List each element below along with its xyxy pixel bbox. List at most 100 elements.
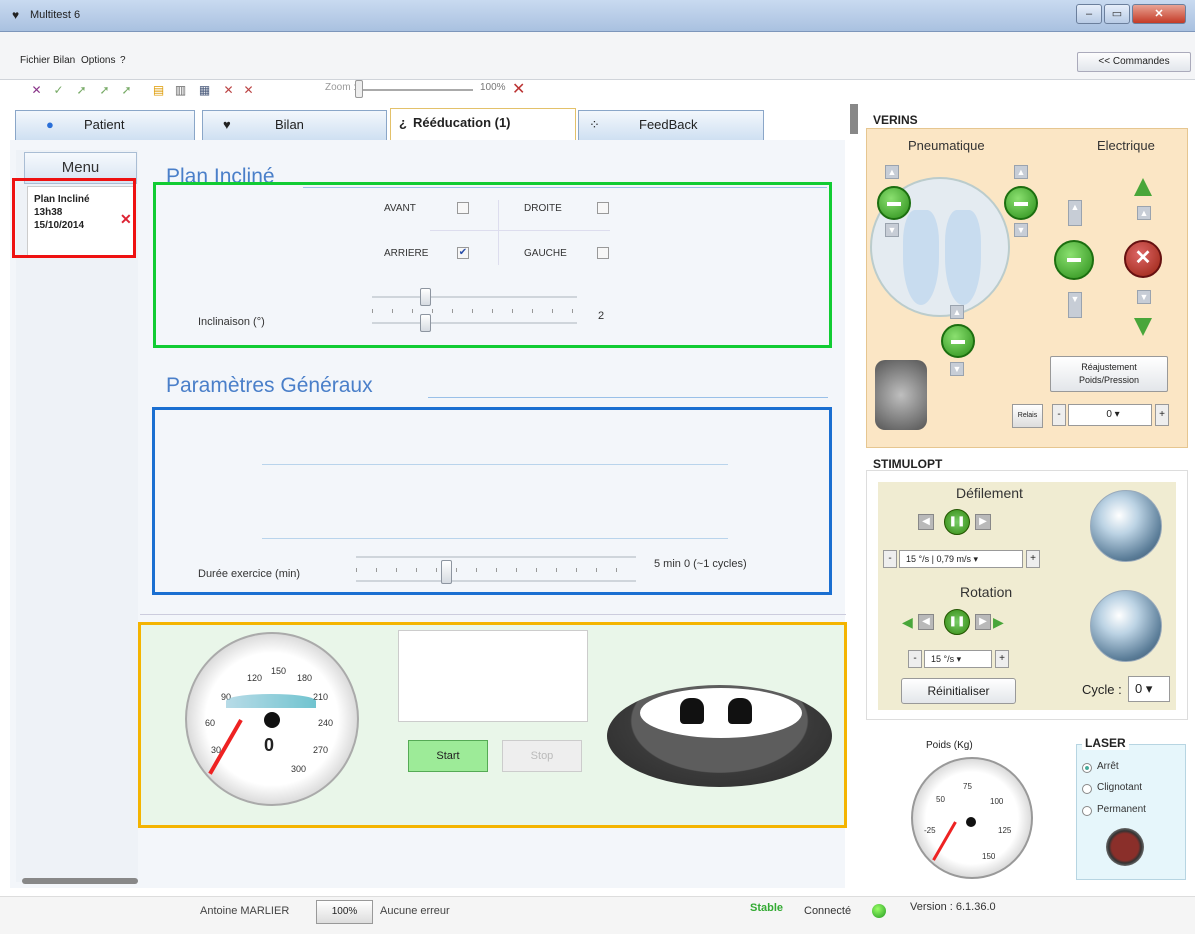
electrique-label: Electrique bbox=[1097, 138, 1155, 153]
grid-icon[interactable]: ▦ bbox=[196, 82, 213, 99]
zoom-value: 100% bbox=[480, 82, 506, 93]
pneu-right-actuator[interactable] bbox=[1004, 186, 1038, 220]
title-bar bbox=[0, 0, 1195, 32]
pneu-right-up-button[interactable]: ▲ bbox=[1014, 165, 1028, 179]
splitter-handle[interactable] bbox=[850, 104, 858, 134]
pneu-left-up-button[interactable]: ▲ bbox=[885, 165, 899, 179]
laser-arret-label: Arrêt bbox=[1097, 761, 1119, 772]
disco-ball-icon bbox=[1090, 590, 1162, 662]
trash-icon[interactable]: ▥ bbox=[172, 82, 189, 99]
zoom-button[interactable]: 100% bbox=[316, 900, 373, 924]
laser-title: LASER bbox=[1082, 736, 1129, 750]
pneu-all-up-button[interactable]: ▲ bbox=[1068, 200, 1082, 226]
defil-pause-button[interactable]: ❚❚ bbox=[944, 509, 970, 535]
elec-up-button[interactable]: ▲ bbox=[1137, 206, 1151, 220]
laser-button[interactable] bbox=[1106, 828, 1144, 866]
status-bar bbox=[0, 896, 1195, 934]
verins-minus-button[interactable]: - bbox=[1052, 404, 1066, 426]
commands-button[interactable]: << Commandes bbox=[1077, 52, 1191, 72]
annotation-green bbox=[153, 182, 832, 348]
pneu-all-actuator[interactable] bbox=[1054, 240, 1094, 280]
defil-left-button[interactable]: ◀ bbox=[918, 514, 934, 530]
pneu-back-down-button[interactable]: ▼ bbox=[950, 362, 964, 376]
laser-arret-radio[interactable] bbox=[1082, 763, 1092, 773]
laser-clignotant-label: Clignotant bbox=[1097, 782, 1143, 793]
arrow-icon-3[interactable]: ➚ bbox=[118, 82, 135, 99]
pneu-back-actuator[interactable] bbox=[941, 324, 975, 358]
rot-left-button[interactable]: ◀ bbox=[918, 614, 934, 630]
delete-all-icon[interactable]: ✕ bbox=[240, 82, 257, 99]
tab-bilan[interactable]: ♥ Bilan bbox=[202, 110, 387, 140]
stimulopt-title: STIMULOPT bbox=[873, 457, 943, 471]
compressor-icon bbox=[875, 360, 927, 430]
pneu-left-down-button[interactable]: ▼ bbox=[885, 223, 899, 237]
rot-speed-combo[interactable]: 15 °/s ▾ bbox=[924, 650, 992, 668]
defil-minus-button[interactable]: - bbox=[883, 550, 897, 568]
rot-ccw-arrow-icon[interactable]: ◀ bbox=[902, 614, 913, 631]
rot-pause-button[interactable]: ❚❚ bbox=[944, 609, 970, 635]
left-foot-zone bbox=[903, 210, 939, 305]
tab-bilan-label: Bilan bbox=[275, 117, 304, 132]
poids-needle-hub bbox=[966, 817, 976, 827]
cycle-combo[interactable]: 0 ▾ bbox=[1128, 676, 1170, 702]
maximize-button[interactable]: ▭ bbox=[1104, 4, 1130, 24]
arrow-icon-2[interactable]: ➚ bbox=[96, 82, 113, 99]
version-label: Version : 6.1.36.0 bbox=[910, 901, 996, 913]
menu-options[interactable]: Options bbox=[81, 55, 115, 66]
poids-tick: 50 bbox=[936, 795, 945, 804]
pneu-all-down-button[interactable]: ▼ bbox=[1068, 292, 1082, 318]
delete-icon[interactable]: ✕ bbox=[220, 82, 237, 99]
reinitialiser-button[interactable]: Réinitialiser bbox=[901, 678, 1016, 704]
reajustement-button[interactable]: Réajustement Poids/Pression bbox=[1050, 356, 1168, 392]
folder-icon[interactable]: ▤ bbox=[150, 82, 167, 99]
poids-tick: 100 bbox=[990, 797, 1004, 806]
defil-speed-combo[interactable]: 15 °/s | 0,79 m/s ▾ bbox=[899, 550, 1023, 568]
app-logo-icon: ♥ bbox=[12, 8, 20, 22]
menu-bilan[interactable]: Bilan bbox=[53, 55, 75, 66]
pneu-left-actuator[interactable] bbox=[877, 186, 911, 220]
pneu-right-down-button[interactable]: ▼ bbox=[1014, 223, 1028, 237]
close-button[interactable]: ✕ bbox=[1132, 4, 1186, 24]
disco-ball-icon bbox=[1090, 490, 1162, 562]
zoom-slider-thumb[interactable] bbox=[355, 80, 363, 98]
tab-patient[interactable]: ● Patient bbox=[15, 110, 195, 140]
defil-right-button[interactable]: ▶ bbox=[975, 514, 991, 530]
relais-button[interactable]: Relais bbox=[1012, 404, 1043, 428]
verins-value-combo[interactable]: 0 ▾ bbox=[1068, 404, 1152, 426]
zoom-slider-track[interactable] bbox=[358, 89, 473, 91]
sidebar-scrollbar[interactable] bbox=[22, 878, 138, 884]
menu-help[interactable]: ? bbox=[120, 55, 126, 66]
parametres-title: Paramètres Généraux bbox=[166, 374, 373, 397]
tab-feedback[interactable]: ⁘ FeedBack bbox=[578, 110, 764, 140]
poids-label: Poids (Kg) bbox=[926, 740, 973, 751]
minimize-button[interactable]: – bbox=[1076, 4, 1102, 24]
verins-plus-button[interactable]: + bbox=[1155, 404, 1169, 426]
dropdown-icon: ▾ bbox=[956, 654, 962, 664]
defil-speed-value: 15 °/s | 0,79 m/s bbox=[906, 554, 971, 564]
elec-up-arrow-icon[interactable] bbox=[1134, 178, 1152, 196]
zoom-reset-icon[interactable]: ✕ bbox=[512, 79, 525, 99]
poids-tick: 150 bbox=[982, 852, 996, 861]
rot-cw-arrow-icon[interactable]: ▶ bbox=[993, 614, 1004, 631]
connect-icon[interactable]: ✕ bbox=[28, 82, 45, 99]
poids-tick: -25 bbox=[924, 826, 936, 835]
dropdown-icon: ▾ bbox=[1114, 409, 1120, 420]
divider bbox=[140, 614, 846, 615]
elec-down-arrow-icon[interactable] bbox=[1134, 318, 1152, 336]
rot-right-button[interactable]: ▶ bbox=[975, 614, 991, 630]
annotation-blue bbox=[152, 407, 832, 595]
tab-feedback-label: FeedBack bbox=[639, 117, 698, 132]
laser-clignotant-radio[interactable] bbox=[1082, 784, 1092, 794]
rot-plus-button[interactable]: + bbox=[995, 650, 1009, 668]
defil-plus-button[interactable]: + bbox=[1026, 550, 1040, 568]
arrow-icon[interactable]: ➚ bbox=[73, 82, 90, 99]
menu-fichier[interactable]: Fichier bbox=[20, 55, 50, 66]
rehab-icon: ¿ bbox=[399, 115, 407, 130]
tab-reeducation[interactable]: ¿ Rééducation (1) bbox=[390, 108, 576, 140]
elec-down-button[interactable]: ▼ bbox=[1137, 290, 1151, 304]
rot-minus-button[interactable]: - bbox=[908, 650, 922, 668]
elec-stop-button[interactable]: ✕ bbox=[1124, 240, 1162, 278]
laser-permanent-radio[interactable] bbox=[1082, 806, 1092, 816]
check-icon[interactable]: ✓ bbox=[50, 82, 67, 99]
pneu-back-up-button[interactable]: ▲ bbox=[950, 305, 964, 319]
